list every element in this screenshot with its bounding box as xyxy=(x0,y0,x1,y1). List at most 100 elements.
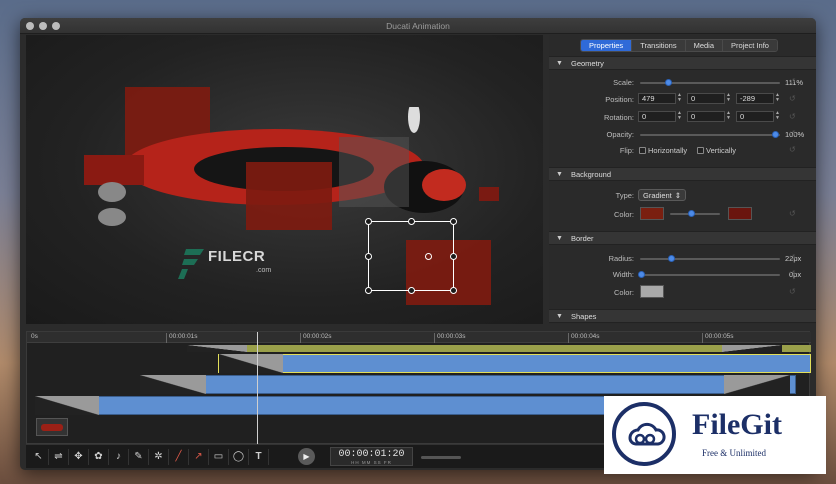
resize-handle-r[interactable] xyxy=(450,253,457,260)
position-x-stepper[interactable]: ▲ ▼ xyxy=(677,93,682,104)
stage-canvas[interactable]: FILECR .com xyxy=(26,35,543,324)
scale-slider[interactable] xyxy=(640,82,780,84)
rotation-label: Rotation: xyxy=(603,113,634,122)
disclosure-triangle-icon[interactable]: ▼ xyxy=(556,235,563,242)
position-y-field[interactable]: 0 xyxy=(687,93,725,104)
position-x-field[interactable]: 479 xyxy=(638,93,676,104)
line-icon[interactable]: ╱ xyxy=(169,449,189,465)
tick-2: 00:00:02s xyxy=(300,333,332,343)
ellipse-icon[interactable]: ◯ xyxy=(229,449,249,465)
flip-horizontal-checkbox[interactable]: Horizontally xyxy=(639,146,687,155)
timecode-display[interactable]: 00:00:01:20 HH MM SS FR xyxy=(330,447,413,466)
reset-radius-icon[interactable]: ↺ xyxy=(789,253,796,262)
tab-transitions[interactable]: Transitions xyxy=(632,40,686,51)
reset-position-icon[interactable]: ↺ xyxy=(789,94,796,103)
fade-out-ramp[interactable] xyxy=(722,345,782,352)
fade-in-ramp[interactable] xyxy=(187,345,247,352)
track-bar-0[interactable] xyxy=(187,345,811,352)
brush-icon[interactable]: ✎ xyxy=(129,449,149,465)
track-bar-1[interactable] xyxy=(218,354,811,373)
opacity-slider[interactable] xyxy=(640,134,780,136)
rotation-y-field[interactable]: 0 xyxy=(687,111,725,122)
section-border[interactable]: ▼ Border xyxy=(549,231,816,245)
rotation-z-field[interactable]: 0 xyxy=(736,111,774,122)
rotation-x-stepper[interactable]: ▲ ▼ xyxy=(677,111,682,122)
flip-vertical-label: Vertically xyxy=(706,146,737,155)
reset-rotation-icon[interactable]: ↺ xyxy=(789,112,796,121)
resize-handle-tl[interactable] xyxy=(365,218,372,225)
fade-in-ramp[interactable] xyxy=(140,375,206,394)
reset-flip-icon[interactable]: ↺ xyxy=(789,145,796,154)
position-z-stepper[interactable]: ▲ ▼ xyxy=(775,93,780,104)
disclosure-triangle-icon[interactable]: ▼ xyxy=(556,171,563,178)
width-slider[interactable] xyxy=(640,274,780,276)
rotation-x-field[interactable]: 0 xyxy=(638,111,676,122)
checkbox-icon[interactable] xyxy=(697,147,704,154)
resize-handle-l[interactable] xyxy=(365,253,372,260)
section-title: Background xyxy=(571,170,612,179)
position-y-stepper[interactable]: ▲ ▼ xyxy=(726,93,731,104)
section-background[interactable]: ▼ Background xyxy=(549,167,816,181)
arrow-icon[interactable]: ↗ xyxy=(189,449,209,465)
tab-properties[interactable]: Properties xyxy=(581,40,633,51)
scale-slider-knob[interactable] xyxy=(665,79,672,86)
move-icon[interactable]: ✥ xyxy=(69,449,89,465)
filegit-logo-icon xyxy=(612,402,676,466)
reset-opacity-icon[interactable]: ↺ xyxy=(789,129,796,138)
tab-media[interactable]: Media xyxy=(685,40,724,51)
radius-slider[interactable] xyxy=(640,258,780,260)
radius-slider-knob[interactable] xyxy=(668,255,675,262)
reset-background-icon[interactable]: ↺ xyxy=(789,209,796,218)
tab-project-info[interactable]: Project Info xyxy=(723,40,777,51)
flip-horizontal-label: Horizontally xyxy=(648,146,688,155)
flip-vertical-checkbox[interactable]: Vertically xyxy=(697,146,736,155)
track-bar-2[interactable] xyxy=(140,375,796,394)
border-color-well[interactable] xyxy=(640,285,664,298)
rotation-y-stepper[interactable]: ▲ ▼ xyxy=(726,111,731,122)
particles-icon[interactable]: ✿ xyxy=(89,449,109,465)
title-bar: Ducati Animation xyxy=(20,18,816,34)
resize-handle-tr[interactable] xyxy=(450,218,457,225)
gradient-slider-knob[interactable] xyxy=(688,210,695,217)
timeline-zoom-slider[interactable] xyxy=(421,456,461,459)
play-button[interactable]: ▶ xyxy=(298,448,315,465)
background-type-select[interactable]: Gradient ⇕ xyxy=(638,189,686,201)
reset-scale-icon[interactable]: ↺ xyxy=(789,77,796,86)
position-z-field[interactable]: -289 xyxy=(736,93,774,104)
resize-handle-b[interactable] xyxy=(408,287,415,294)
clip-thumbnail[interactable] xyxy=(36,418,68,436)
resize-handle-bl[interactable] xyxy=(365,287,372,294)
timeline-ruler[interactable]: 0s 00:00:01s 00:00:02s 00:00:03s 00:00:0… xyxy=(27,332,811,343)
shape-square-2[interactable] xyxy=(246,162,332,230)
section-shapes[interactable]: ▼ Shapes xyxy=(549,309,816,323)
width-slider-knob[interactable] xyxy=(638,271,645,278)
gradient-slider[interactable] xyxy=(670,213,720,215)
microphone-icon[interactable]: ♪ xyxy=(109,449,129,465)
rotation-handle[interactable] xyxy=(425,253,432,260)
watermark: FILECR .com xyxy=(178,247,271,283)
motion-path-icon[interactable]: ⇌ xyxy=(49,449,69,465)
reset-width-icon[interactable]: ↺ xyxy=(789,269,796,278)
opacity-slider-knob[interactable] xyxy=(772,131,779,138)
gradient-end-color-well[interactable] xyxy=(728,207,752,220)
selection-box[interactable] xyxy=(365,218,457,294)
fade-out-ramp[interactable] xyxy=(724,375,790,394)
playhead[interactable] xyxy=(257,332,258,445)
reset-border-color-icon[interactable]: ↺ xyxy=(789,287,796,296)
resize-handle-t[interactable] xyxy=(408,218,415,225)
section-title: Shapes xyxy=(571,312,597,321)
snowflake-icon[interactable]: ✲ xyxy=(149,449,169,465)
rotation-z-stepper[interactable]: ▲ ▼ xyxy=(775,111,780,122)
fade-in-ramp[interactable] xyxy=(219,354,283,373)
section-geometry[interactable]: ▼ Geometry xyxy=(549,56,816,70)
checkbox-icon[interactable] xyxy=(639,147,646,154)
pointer-icon[interactable]: ↖ xyxy=(29,449,49,465)
gradient-start-color-well[interactable] xyxy=(640,207,664,220)
filegit-name: FileGit xyxy=(692,408,782,441)
rectangle-icon[interactable]: ▭ xyxy=(209,449,229,465)
disclosure-triangle-icon[interactable]: ▼ xyxy=(556,313,563,320)
disclosure-triangle-icon[interactable]: ▼ xyxy=(556,60,563,67)
fade-in-ramp[interactable] xyxy=(35,396,99,415)
resize-handle-br[interactable] xyxy=(450,287,457,294)
text-icon[interactable]: T xyxy=(249,449,269,465)
